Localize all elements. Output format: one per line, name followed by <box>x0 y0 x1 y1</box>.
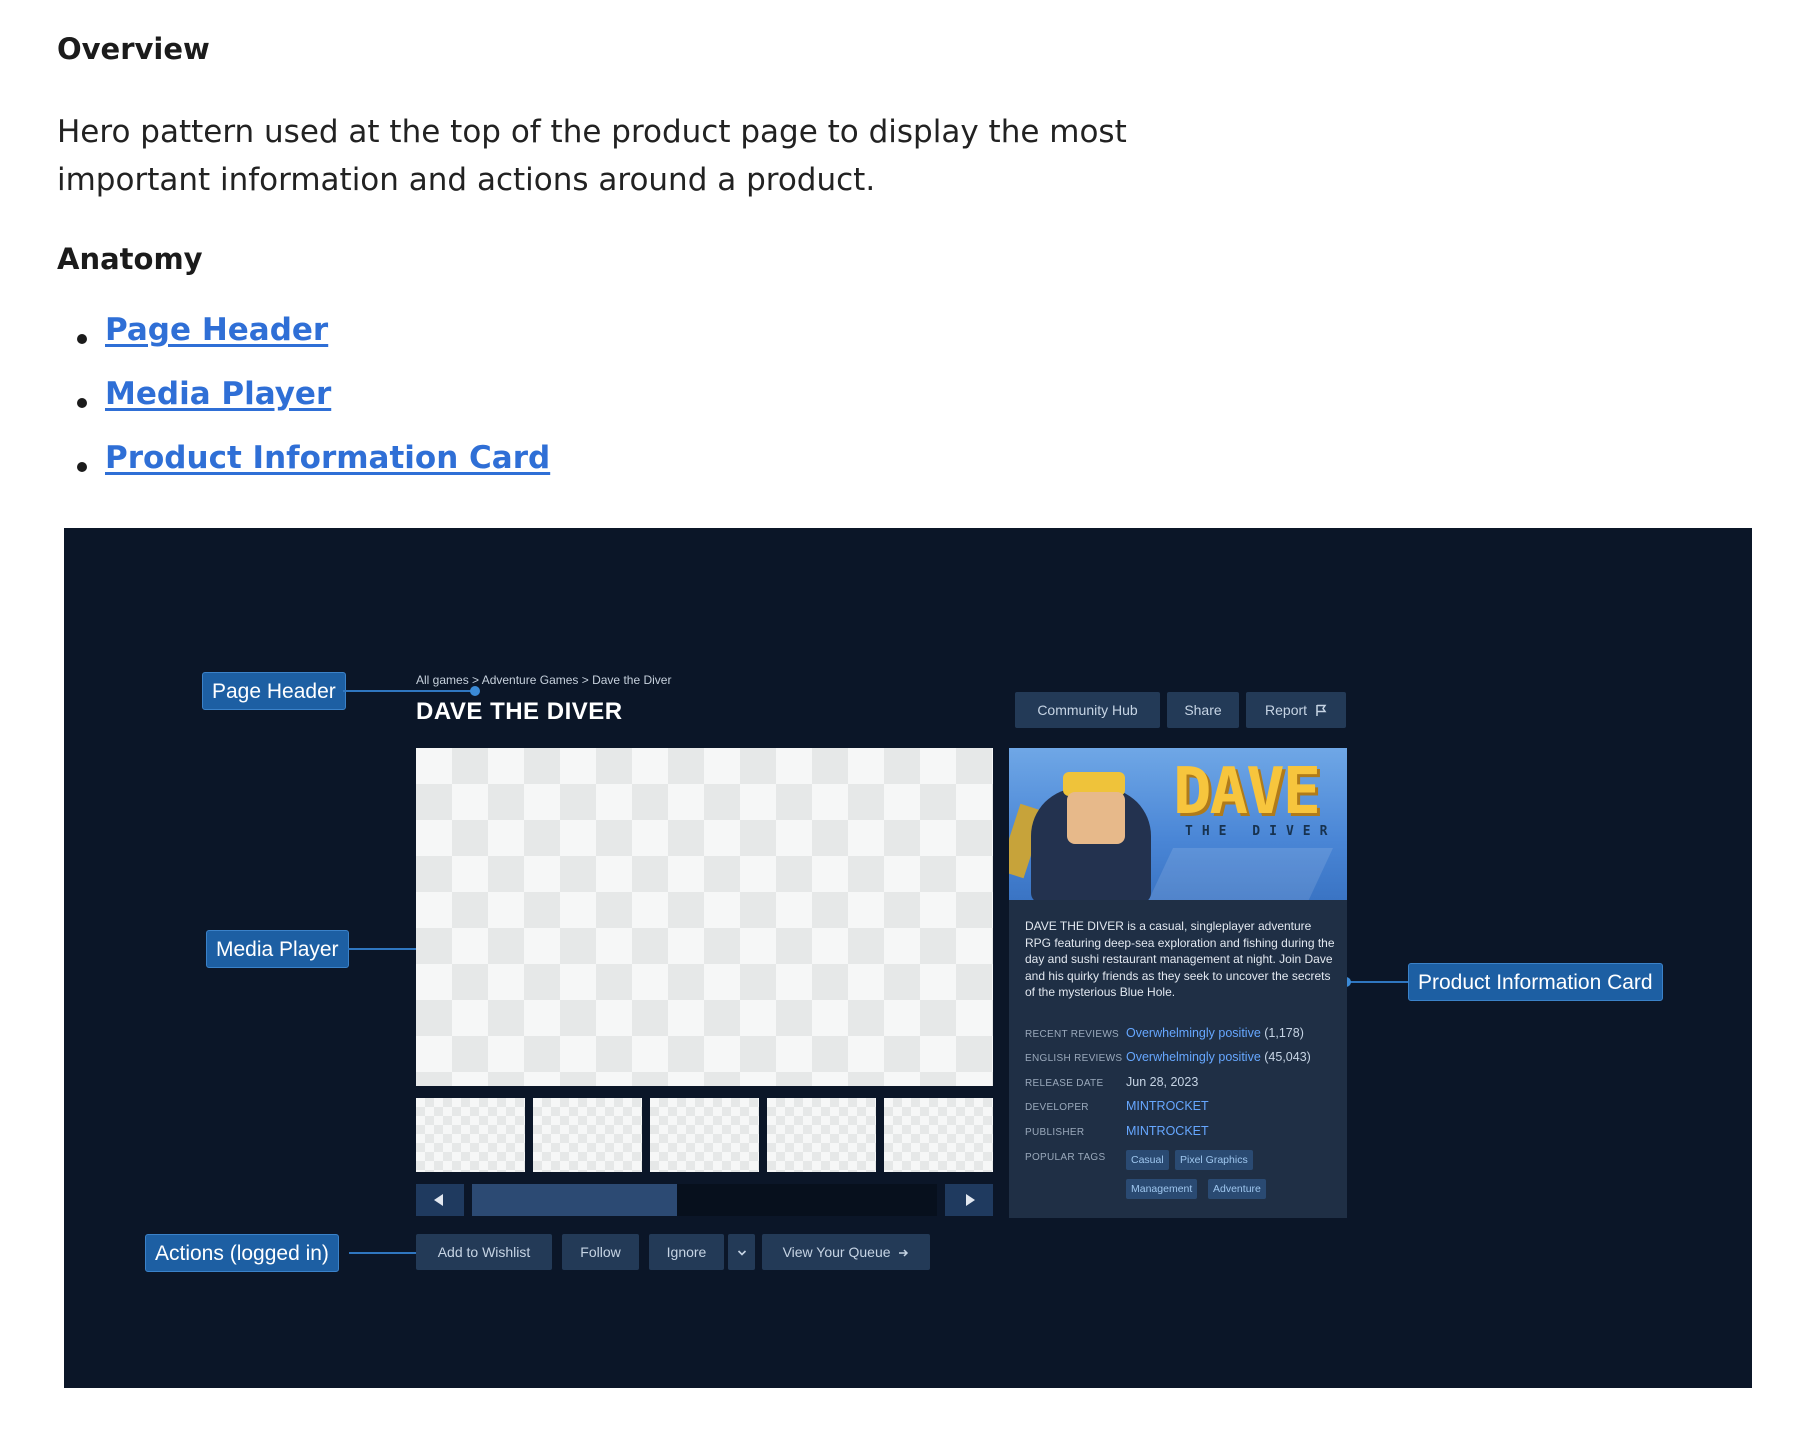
view-your-queue-button[interactable]: View Your Queue <box>762 1234 930 1270</box>
recent-reviews-summary: Overwhelmingly positive <box>1126 1026 1261 1040</box>
report-button[interactable]: Report <box>1246 692 1346 728</box>
flag-icon <box>1316 704 1327 716</box>
product-card-leader <box>1346 981 1408 983</box>
recent-reviews-value[interactable]: Overwhelmingly positive (1,178) <box>1126 1026 1304 1040</box>
release-date-label: RELEASE DATE <box>1025 1078 1104 1089</box>
media-thumbnail[interactable] <box>884 1098 993 1172</box>
follow-button[interactable]: Follow <box>562 1234 639 1270</box>
game-logo-subtitle: THE DIVER <box>1185 824 1337 839</box>
ignore-dropdown-button[interactable] <box>728 1234 755 1270</box>
scroll-right-button[interactable] <box>945 1184 993 1216</box>
recent-reviews-label: RECENT REVIEWS <box>1025 1029 1120 1040</box>
anatomy-figure: Page Header Media Player Actions (logged… <box>64 528 1752 1388</box>
page-header-dot <box>470 686 480 696</box>
tag-pixel-graphics[interactable]: Pixel Graphics <box>1175 1150 1253 1170</box>
developer-label: DEVELOPER <box>1025 1102 1089 1113</box>
game-description: DAVE THE DIVER is a casual, singleplayer… <box>1025 919 1335 999</box>
anatomy-item: Media Player <box>57 376 550 440</box>
art-wave <box>1145 848 1333 900</box>
chevron-down-icon <box>737 1250 746 1256</box>
english-reviews-value[interactable]: Overwhelmingly positive (45,043) <box>1126 1050 1311 1064</box>
scroll-left-button[interactable] <box>416 1184 464 1216</box>
english-reviews-summary: Overwhelmingly positive <box>1126 1050 1261 1064</box>
report-label: Report <box>1265 702 1308 718</box>
page-header-leader <box>343 690 475 692</box>
anatomy-heading: Anatomy <box>57 242 203 276</box>
add-to-wishlist-button[interactable]: Add to Wishlist <box>416 1234 552 1270</box>
community-hub-button[interactable]: Community Hub <box>1015 692 1160 728</box>
publisher-label: PUBLISHER <box>1025 1127 1085 1138</box>
view-your-queue-label: View Your Queue <box>782 1244 891 1260</box>
game-logo: DAVE <box>1173 755 1321 829</box>
publisher-link[interactable]: MINTROCKET <box>1126 1124 1209 1138</box>
product-information-card-link[interactable]: Product Information Card <box>105 440 550 476</box>
english-reviews-label: ENGLISH REVIEWS <box>1025 1053 1123 1064</box>
developer-link[interactable]: MINTROCKET <box>1126 1099 1209 1113</box>
overview-text: Hero pattern used at the top of the prod… <box>57 114 1127 198</box>
anatomy-item: Page Header <box>57 312 550 376</box>
release-date-value: Jun 28, 2023 <box>1126 1075 1199 1089</box>
game-title: DAVE THE DIVER <box>416 698 623 725</box>
breadcrumb[interactable]: All games > Adventure Games > Dave the D… <box>416 673 671 687</box>
media-thumbnail[interactable] <box>416 1098 525 1172</box>
arrow-right-icon <box>899 1249 909 1257</box>
tag-casual[interactable]: Casual <box>1126 1150 1169 1170</box>
main-media-viewer[interactable] <box>416 748 993 1086</box>
english-reviews-count: (45,043) <box>1264 1050 1311 1064</box>
actions-callout: Actions (logged in) <box>145 1234 339 1272</box>
overview-heading: Overview <box>57 32 210 66</box>
popular-tags-label: POPULAR TAGS <box>1025 1152 1106 1163</box>
product-card-callout: Product Information Card <box>1408 963 1663 1001</box>
tag-adventure[interactable]: Adventure <box>1208 1179 1266 1199</box>
game-capsule-art[interactable]: DAVE THE DIVER <box>1009 748 1347 900</box>
page-header-link[interactable]: Page Header <box>105 312 328 348</box>
media-player-callout: Media Player <box>206 930 349 968</box>
media-player-link[interactable]: Media Player <box>105 376 331 412</box>
diver-face <box>1067 792 1125 844</box>
share-button[interactable]: Share <box>1167 692 1239 728</box>
page-header-callout: Page Header <box>202 672 346 710</box>
media-thumbnail[interactable] <box>650 1098 759 1172</box>
recent-reviews-count: (1,178) <box>1264 1026 1304 1040</box>
anatomy-list: Page Header Media Player Product Informa… <box>57 312 550 504</box>
media-scroll-thumb[interactable] <box>472 1184 677 1216</box>
media-thumbnail[interactable] <box>767 1098 876 1172</box>
anatomy-item: Product Information Card <box>57 440 550 504</box>
tag-management[interactable]: Management <box>1126 1179 1198 1199</box>
media-thumbnail[interactable] <box>533 1098 642 1172</box>
ignore-button[interactable]: Ignore <box>649 1234 724 1270</box>
